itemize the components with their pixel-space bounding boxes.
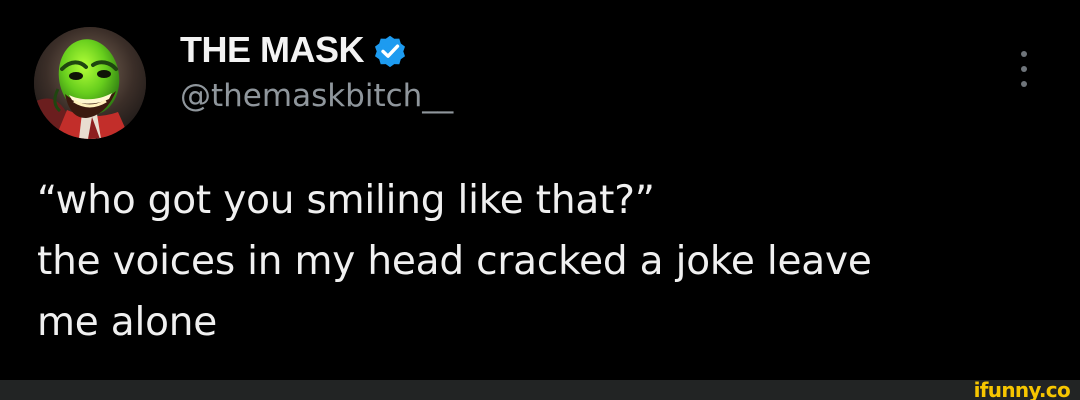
more-options-icon[interactable] xyxy=(1014,48,1034,88)
tweet-text-line-2: the voices in my head cracked a joke lea… xyxy=(37,239,872,284)
verified-badge-icon xyxy=(373,34,407,68)
tweet-text-line-3: me alone xyxy=(37,300,218,345)
mask-avatar-icon[interactable] xyxy=(34,27,146,139)
ifunny-watermark[interactable]: ifunny.co xyxy=(974,380,1071,400)
user-handle[interactable]: @themaskbitch__ xyxy=(180,78,453,115)
more-dot-top xyxy=(1021,51,1027,57)
tweet-card[interactable]: THE MASK @themaskbitch__ “who got you sm… xyxy=(0,0,1080,380)
bottom-watermark-bar: ifunny.co xyxy=(0,380,1080,400)
display-name[interactable]: THE MASK xyxy=(180,32,365,68)
more-dot-middle xyxy=(1021,66,1027,72)
tweet-text: “who got you smiling like that?” the voi… xyxy=(37,170,1047,353)
tweet-text-line-1: “who got you smiling like that?” xyxy=(37,178,655,223)
more-dot-bottom xyxy=(1021,81,1027,87)
tweet-author-row: THE MASK xyxy=(180,25,407,75)
